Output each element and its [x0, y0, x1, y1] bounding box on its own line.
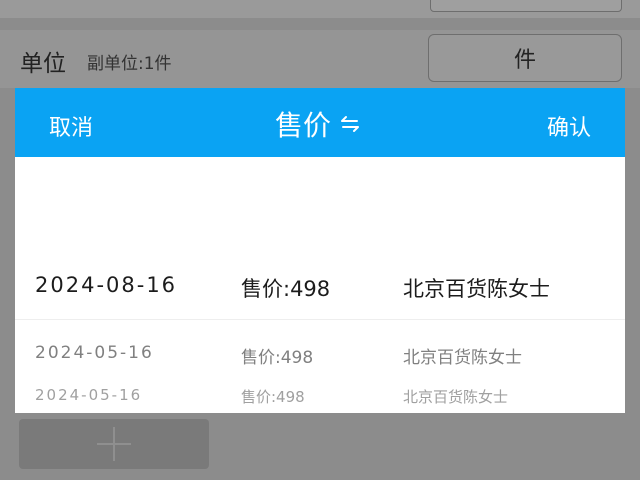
- unit-select-button: 件: [428, 34, 622, 82]
- add-button: [19, 419, 209, 469]
- row-price: 售价:498: [241, 388, 305, 406]
- background-top-button: [430, 0, 622, 12]
- row-customer: 北京百货陈女士: [403, 388, 509, 406]
- row-price: 售价:498: [241, 348, 314, 368]
- unit-label: 单位: [20, 51, 66, 77]
- price-picker-dialog: 取消 售价 确认 2024-08-16 售价:498 北京百货陈女士 2024-…: [15, 88, 625, 413]
- row-date: 2024-05-16: [35, 386, 143, 404]
- plus-icon: [97, 427, 131, 461]
- dialog-header: 取消 售价 确认: [15, 88, 625, 157]
- picker-row[interactable]: 2024-05-16 售价:498 北京百货陈女士: [15, 382, 625, 406]
- dialog-title: 售价: [275, 109, 332, 142]
- row-customer: 北京百货陈女士: [403, 348, 522, 368]
- cancel-button[interactable]: 取消: [49, 110, 93, 142]
- confirm-button[interactable]: 确认: [547, 110, 591, 142]
- row-price: 售价:498: [241, 277, 331, 301]
- dialog-title-toggle[interactable]: 售价: [275, 104, 361, 144]
- picker-row[interactable]: 2024-05-16 售价:498 北京百货陈女士: [15, 337, 625, 371]
- picker-row-selected[interactable]: 2024-08-16 售价:498 北京百货陈女士: [15, 257, 625, 320]
- row-date: 2024-08-16: [35, 273, 178, 297]
- row-date: 2024-05-16: [35, 343, 154, 363]
- sub-unit-label: 副单位:1件: [87, 54, 172, 74]
- row-customer: 北京百货陈女士: [403, 277, 550, 301]
- picker-wheel[interactable]: 2024-08-16 售价:498 北京百货陈女士 2024-05-16 售价:…: [15, 157, 625, 413]
- swap-arrows-icon: [341, 116, 360, 132]
